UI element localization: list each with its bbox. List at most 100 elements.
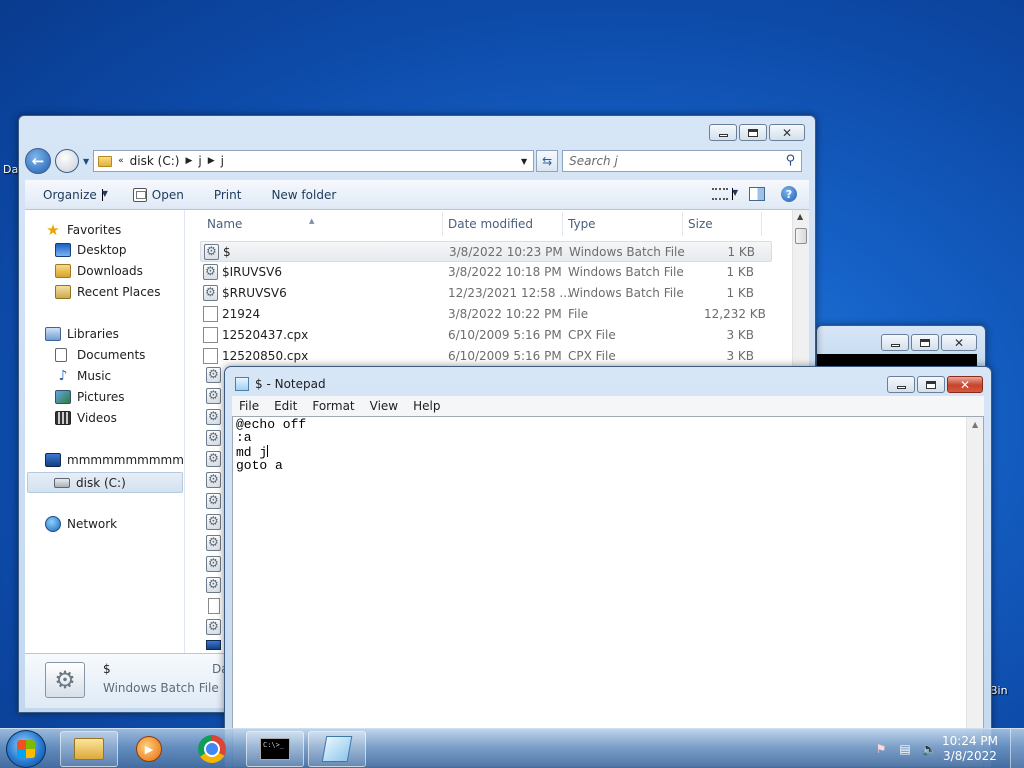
forward-button[interactable] bbox=[55, 149, 79, 173]
nav-network[interactable]: Network bbox=[45, 516, 117, 532]
recent-pages-dropdown-icon[interactable]: ▼ bbox=[83, 157, 89, 166]
show-desktop-button[interactable] bbox=[1010, 729, 1024, 768]
scroll-up-icon[interactable]: ▲ bbox=[972, 420, 978, 429]
chevron-right-icon[interactable]: ▶ bbox=[185, 156, 192, 166]
preview-pane-icon[interactable] bbox=[749, 187, 765, 201]
batch-file-icon[interactable] bbox=[206, 472, 221, 488]
batch-file-icon[interactable] bbox=[206, 619, 221, 635]
file-row[interactable]: 12520850.cpx 6/10/2009 5:16 PM CPX File … bbox=[200, 346, 772, 367]
menu-file[interactable]: File bbox=[232, 399, 267, 413]
view-dropdown-icon[interactable]: ▼ bbox=[732, 188, 738, 200]
console-close-button[interactable]: ✕ bbox=[941, 334, 977, 351]
search-icon[interactable]: ⚲ bbox=[786, 153, 796, 168]
console-minimize-button[interactable] bbox=[881, 334, 909, 351]
explorer-close-button[interactable]: ✕ bbox=[769, 124, 805, 141]
nav-computer[interactable]: mmmmmmmmmmmm bbox=[45, 453, 184, 467]
help-icon[interactable]: ? bbox=[781, 186, 797, 202]
action-center-warning-icon[interactable]: ⚑ bbox=[874, 742, 888, 756]
taskbar-chrome[interactable] bbox=[183, 731, 241, 767]
nav-desktop[interactable]: Desktop bbox=[55, 243, 127, 257]
file-row[interactable]: $ 3/8/2022 10:23 PM Windows Batch File 1… bbox=[200, 241, 772, 262]
batch-file-icon[interactable] bbox=[206, 514, 221, 530]
file-row[interactable]: $RRUVSV6 12/23/2021 12:58 ... Windows Ba… bbox=[200, 283, 772, 304]
taskbar-cmd[interactable]: C:\>_ bbox=[246, 731, 304, 767]
column-name[interactable]: Name bbox=[207, 217, 242, 231]
editor-scrollbar[interactable]: ▲ bbox=[966, 417, 983, 766]
open-button[interactable]: Open bbox=[132, 187, 184, 202]
batch-file-icon bbox=[203, 264, 218, 280]
breadcrumb-folder-2[interactable]: j bbox=[221, 154, 224, 168]
nav-downloads[interactable]: Downloads bbox=[55, 264, 143, 278]
nav-recent-places[interactable]: Recent Places bbox=[55, 285, 160, 299]
console-window[interactable]: ✕ bbox=[816, 325, 986, 370]
change-view-icon[interactable] bbox=[712, 188, 728, 200]
explorer-maximize-button[interactable] bbox=[739, 124, 767, 141]
file-row[interactable]: $IRUVSV6 3/8/2022 10:18 PM Windows Batch… bbox=[200, 262, 772, 283]
nav-documents[interactable]: Documents bbox=[55, 348, 145, 362]
menu-view[interactable]: View bbox=[363, 399, 406, 413]
file-row[interactable]: 12520437.cpx 6/10/2009 5:16 PM CPX File … bbox=[200, 325, 772, 346]
nav-documents-label: Documents bbox=[77, 348, 146, 362]
editor-text[interactable]: @echo off :a md j goto a bbox=[236, 418, 306, 472]
back-button[interactable]: ← bbox=[25, 148, 51, 174]
chevron-right-icon[interactable]: ▶ bbox=[208, 156, 215, 166]
start-button[interactable] bbox=[6, 730, 46, 768]
menu-help[interactable]: Help bbox=[406, 399, 448, 413]
batch-file-icon[interactable] bbox=[206, 535, 221, 551]
search-input[interactable]: Search j ⚲ bbox=[562, 150, 803, 172]
navigation-bar: ← ▼ « disk (C:) ▶ j ▶ j ▼ ⇆ Search j ⚲ bbox=[25, 146, 809, 176]
taskbar-media-player[interactable]: ▶ bbox=[120, 731, 178, 767]
column-type[interactable]: Type bbox=[568, 217, 596, 231]
scroll-up-icon[interactable]: ▲ bbox=[797, 212, 803, 221]
batch-file-icon[interactable] bbox=[206, 556, 221, 572]
nav-favorites[interactable]: ★ Favorites bbox=[45, 222, 121, 238]
computer-icon[interactable] bbox=[206, 640, 221, 650]
notepad-maximize-button[interactable] bbox=[917, 376, 945, 393]
computer-icon bbox=[45, 453, 61, 467]
address-bar[interactable]: « disk (C:) ▶ j ▶ j ▼ bbox=[93, 150, 535, 172]
breadcrumb-overflow-icon[interactable]: « bbox=[118, 156, 124, 166]
taskbar-explorer[interactable] bbox=[60, 731, 118, 767]
batch-file-icon[interactable] bbox=[206, 451, 221, 467]
nav-libraries[interactable]: Libraries bbox=[45, 327, 119, 341]
text-editor[interactable]: @echo off :a md j goto a ▲ bbox=[232, 416, 984, 767]
batch-file-icon[interactable] bbox=[206, 577, 221, 593]
notepad-minimize-button[interactable] bbox=[887, 376, 915, 393]
batch-file-icon[interactable] bbox=[206, 367, 221, 383]
breadcrumb-folder-1[interactable]: j bbox=[198, 154, 201, 168]
volume-icon[interactable]: 🔈 bbox=[922, 742, 937, 756]
scrollbar-thumb[interactable] bbox=[795, 228, 807, 244]
command-bar: Organize ▼ Open Print New folder ▼ ? bbox=[25, 180, 809, 210]
nav-libraries-label: Libraries bbox=[67, 327, 119, 341]
print-button[interactable]: Print bbox=[214, 188, 242, 202]
nav-videos[interactable]: Videos bbox=[55, 411, 117, 425]
notepad-close-button[interactable]: ✕ bbox=[947, 376, 983, 393]
batch-file-icon[interactable] bbox=[206, 493, 221, 509]
menu-format[interactable]: Format bbox=[305, 399, 362, 413]
menu-edit[interactable]: Edit bbox=[267, 399, 305, 413]
desktop-icon-label-left[interactable]: Da bbox=[3, 163, 18, 176]
notepad-title: $ - Notepad bbox=[255, 377, 326, 391]
file-row[interactable]: 21924 3/8/2022 10:22 PM File 12,232 KB bbox=[200, 304, 772, 325]
batch-file-icon[interactable] bbox=[206, 388, 221, 404]
explorer-minimize-button[interactable] bbox=[709, 124, 737, 141]
column-size[interactable]: Size bbox=[688, 217, 713, 231]
batch-file-icon[interactable] bbox=[206, 430, 221, 446]
breadcrumb-disk[interactable]: disk (C:) bbox=[130, 154, 180, 168]
file-icon[interactable] bbox=[208, 598, 220, 614]
batch-file-icon[interactable] bbox=[206, 409, 221, 425]
network-status-icon[interactable]: ▤ bbox=[898, 742, 912, 756]
refresh-button[interactable]: ⇆ bbox=[536, 150, 559, 172]
address-dropdown-icon[interactable]: ▼ bbox=[521, 157, 527, 166]
taskbar-notepad[interactable] bbox=[308, 731, 366, 767]
organize-button[interactable]: Organize ▼ bbox=[43, 188, 108, 202]
column-date-modified[interactable]: Date modified bbox=[448, 217, 533, 231]
nav-pictures[interactable]: Pictures bbox=[55, 390, 125, 404]
clock[interactable]: 10:24 PM 3/8/2022 bbox=[942, 734, 998, 764]
nav-music[interactable]: ♪ Music bbox=[55, 369, 112, 383]
desktop-icon-label-recycle-bin[interactable]: Bin bbox=[990, 684, 1008, 697]
nav-disk-c[interactable]: disk (C:) bbox=[27, 472, 183, 493]
notepad-window[interactable]: $ - Notepad ✕ File Edit Format View Help… bbox=[224, 366, 992, 768]
console-maximize-button[interactable] bbox=[911, 334, 939, 351]
new-folder-button[interactable]: New folder bbox=[271, 188, 336, 202]
